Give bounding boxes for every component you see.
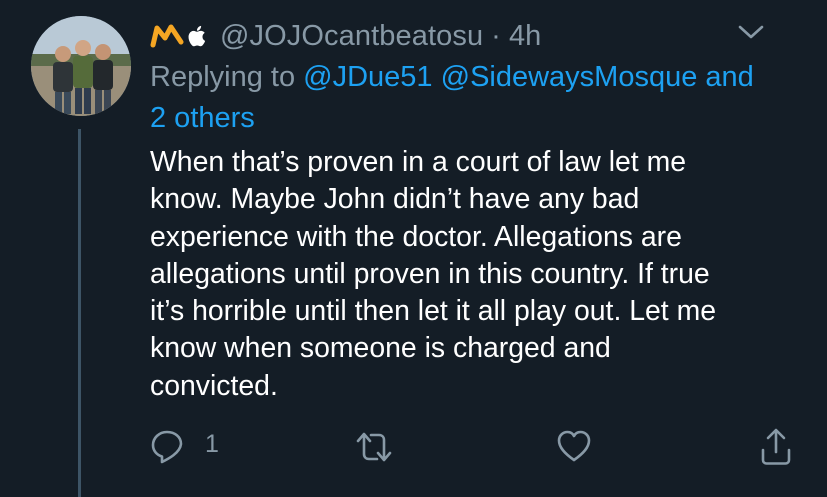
apple-logo-icon — [188, 24, 208, 48]
reply-count: 1 — [205, 430, 219, 458]
chevron-down-icon[interactable] — [737, 22, 765, 42]
replying-and[interactable]: and — [705, 61, 753, 93]
user-handle[interactable]: @JOJOcantbeatosu — [220, 20, 483, 53]
avatar[interactable] — [31, 16, 131, 116]
mention-sidewaysmosque[interactable]: @SidewaysMosque — [441, 61, 698, 93]
mention-jdue51[interactable]: @JDue51 — [303, 61, 432, 93]
tweet-text: When that’s proven in a court of law let… — [150, 146, 717, 402]
avatar-photo — [31, 16, 131, 116]
tweet-header: @JOJOcantbeatosu · 4h — [150, 16, 541, 56]
replying-to-label: Replying to — [150, 61, 304, 93]
share-icon[interactable] — [760, 426, 792, 466]
reply-icon[interactable] — [150, 429, 184, 465]
heart-icon[interactable] — [556, 428, 592, 464]
tweet[interactable]: @JOJOcantbeatosu · 4h Replying to @JDue5… — [0, 0, 827, 497]
retweet-icon[interactable] — [355, 430, 393, 464]
m-emoji-icon — [150, 23, 184, 49]
separator-dot: · — [491, 19, 501, 52]
replying-to: Replying to @JDue51 @SidewaysMosque and 2… — [150, 57, 790, 139]
mention-others[interactable]: 2 others — [150, 102, 255, 134]
thread-line — [78, 129, 81, 497]
timestamp[interactable]: 4h — [509, 20, 541, 53]
